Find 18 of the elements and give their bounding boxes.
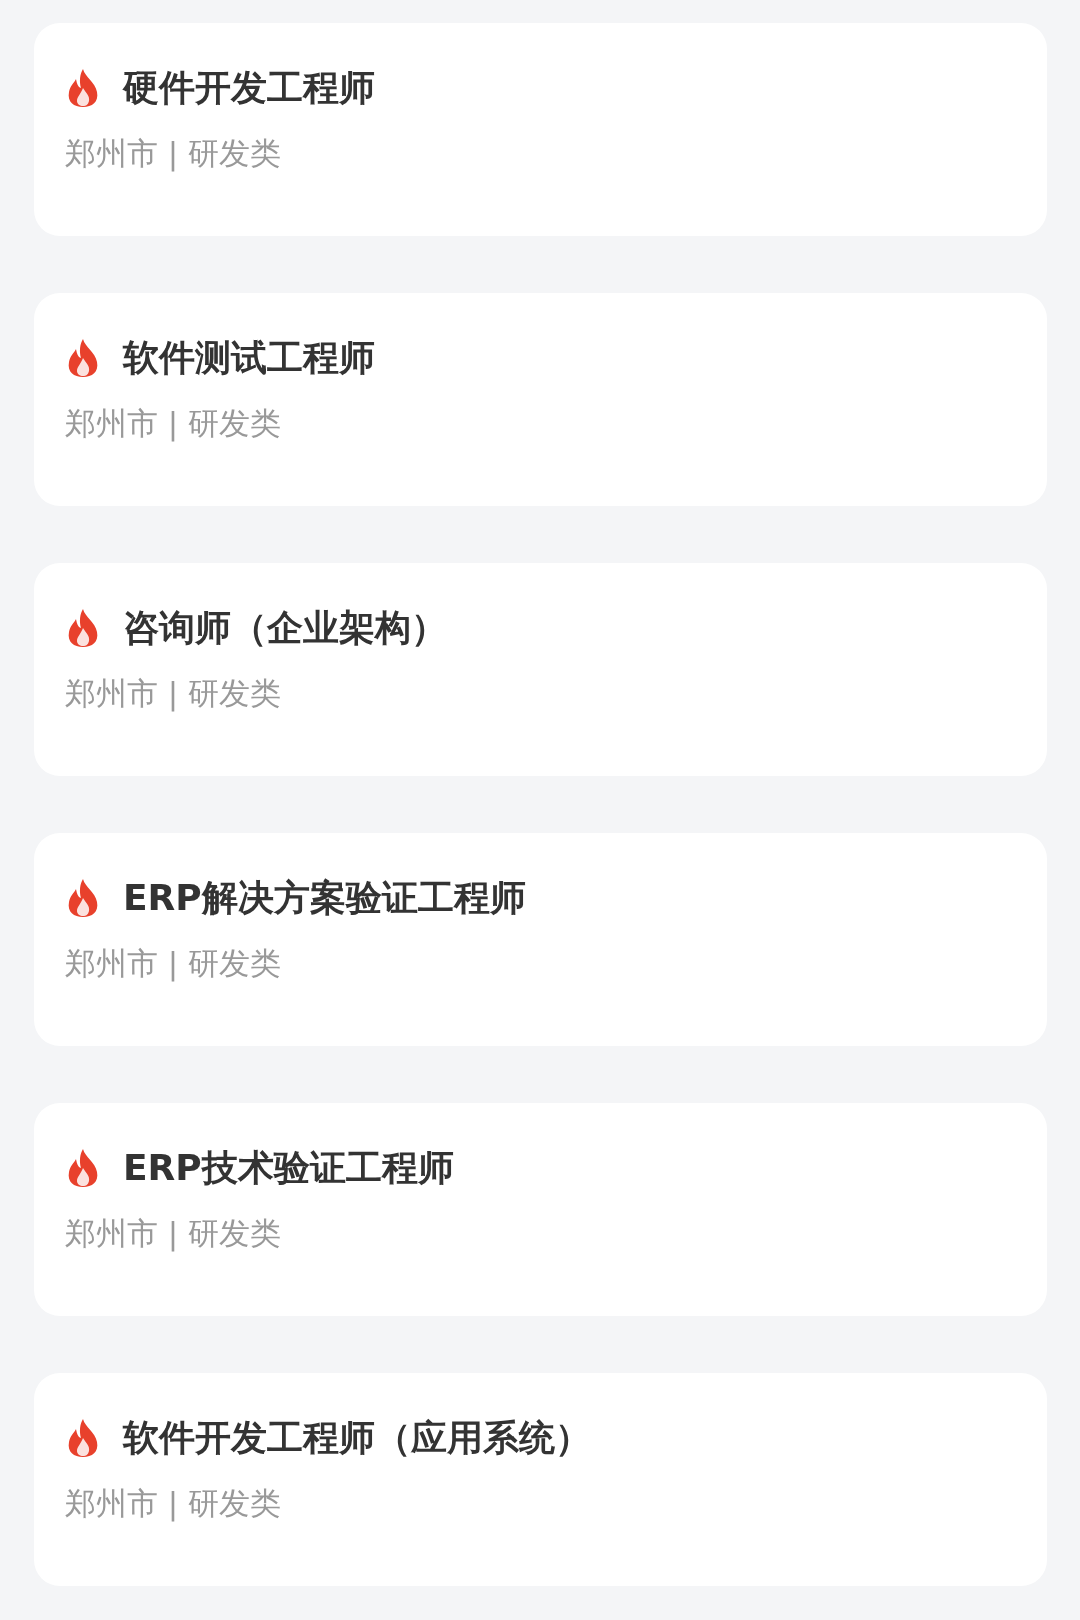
job-card[interactable]: 软件测试工程师 郑州市 | 研发类 <box>34 293 1047 506</box>
job-meta: 郑州市 | 研发类 <box>65 1214 283 1254</box>
job-title: 咨询师（企业架构） <box>123 605 447 650</box>
job-meta: 郑州市 | 研发类 <box>65 134 283 174</box>
job-meta: 郑州市 | 研发类 <box>65 674 283 714</box>
job-title: ERP技术验证工程师 <box>123 1145 454 1190</box>
job-card[interactable]: 硬件开发工程师 郑州市 | 研发类 <box>34 23 1047 236</box>
job-meta: 郑州市 | 研发类 <box>65 944 283 984</box>
job-card[interactable]: ERP解决方案验证工程师 郑州市 | 研发类 <box>34 833 1047 1046</box>
job-card[interactable]: 软件开发工程师（应用系统） 郑州市 | 研发类 <box>34 1373 1047 1586</box>
job-title: 硬件开发工程师 <box>123 65 375 110</box>
job-card[interactable]: ERP技术验证工程师 郑州市 | 研发类 <box>34 1103 1047 1316</box>
job-title: ERP解决方案验证工程师 <box>123 875 526 920</box>
job-meta: 郑州市 | 研发类 <box>65 1484 283 1524</box>
job-title: 软件开发工程师（应用系统） <box>123 1415 591 1460</box>
job-card[interactable]: 咨询师（企业架构） 郑州市 | 研发类 <box>34 563 1047 776</box>
job-meta: 郑州市 | 研发类 <box>65 404 283 444</box>
job-title: 软件测试工程师 <box>123 335 375 380</box>
